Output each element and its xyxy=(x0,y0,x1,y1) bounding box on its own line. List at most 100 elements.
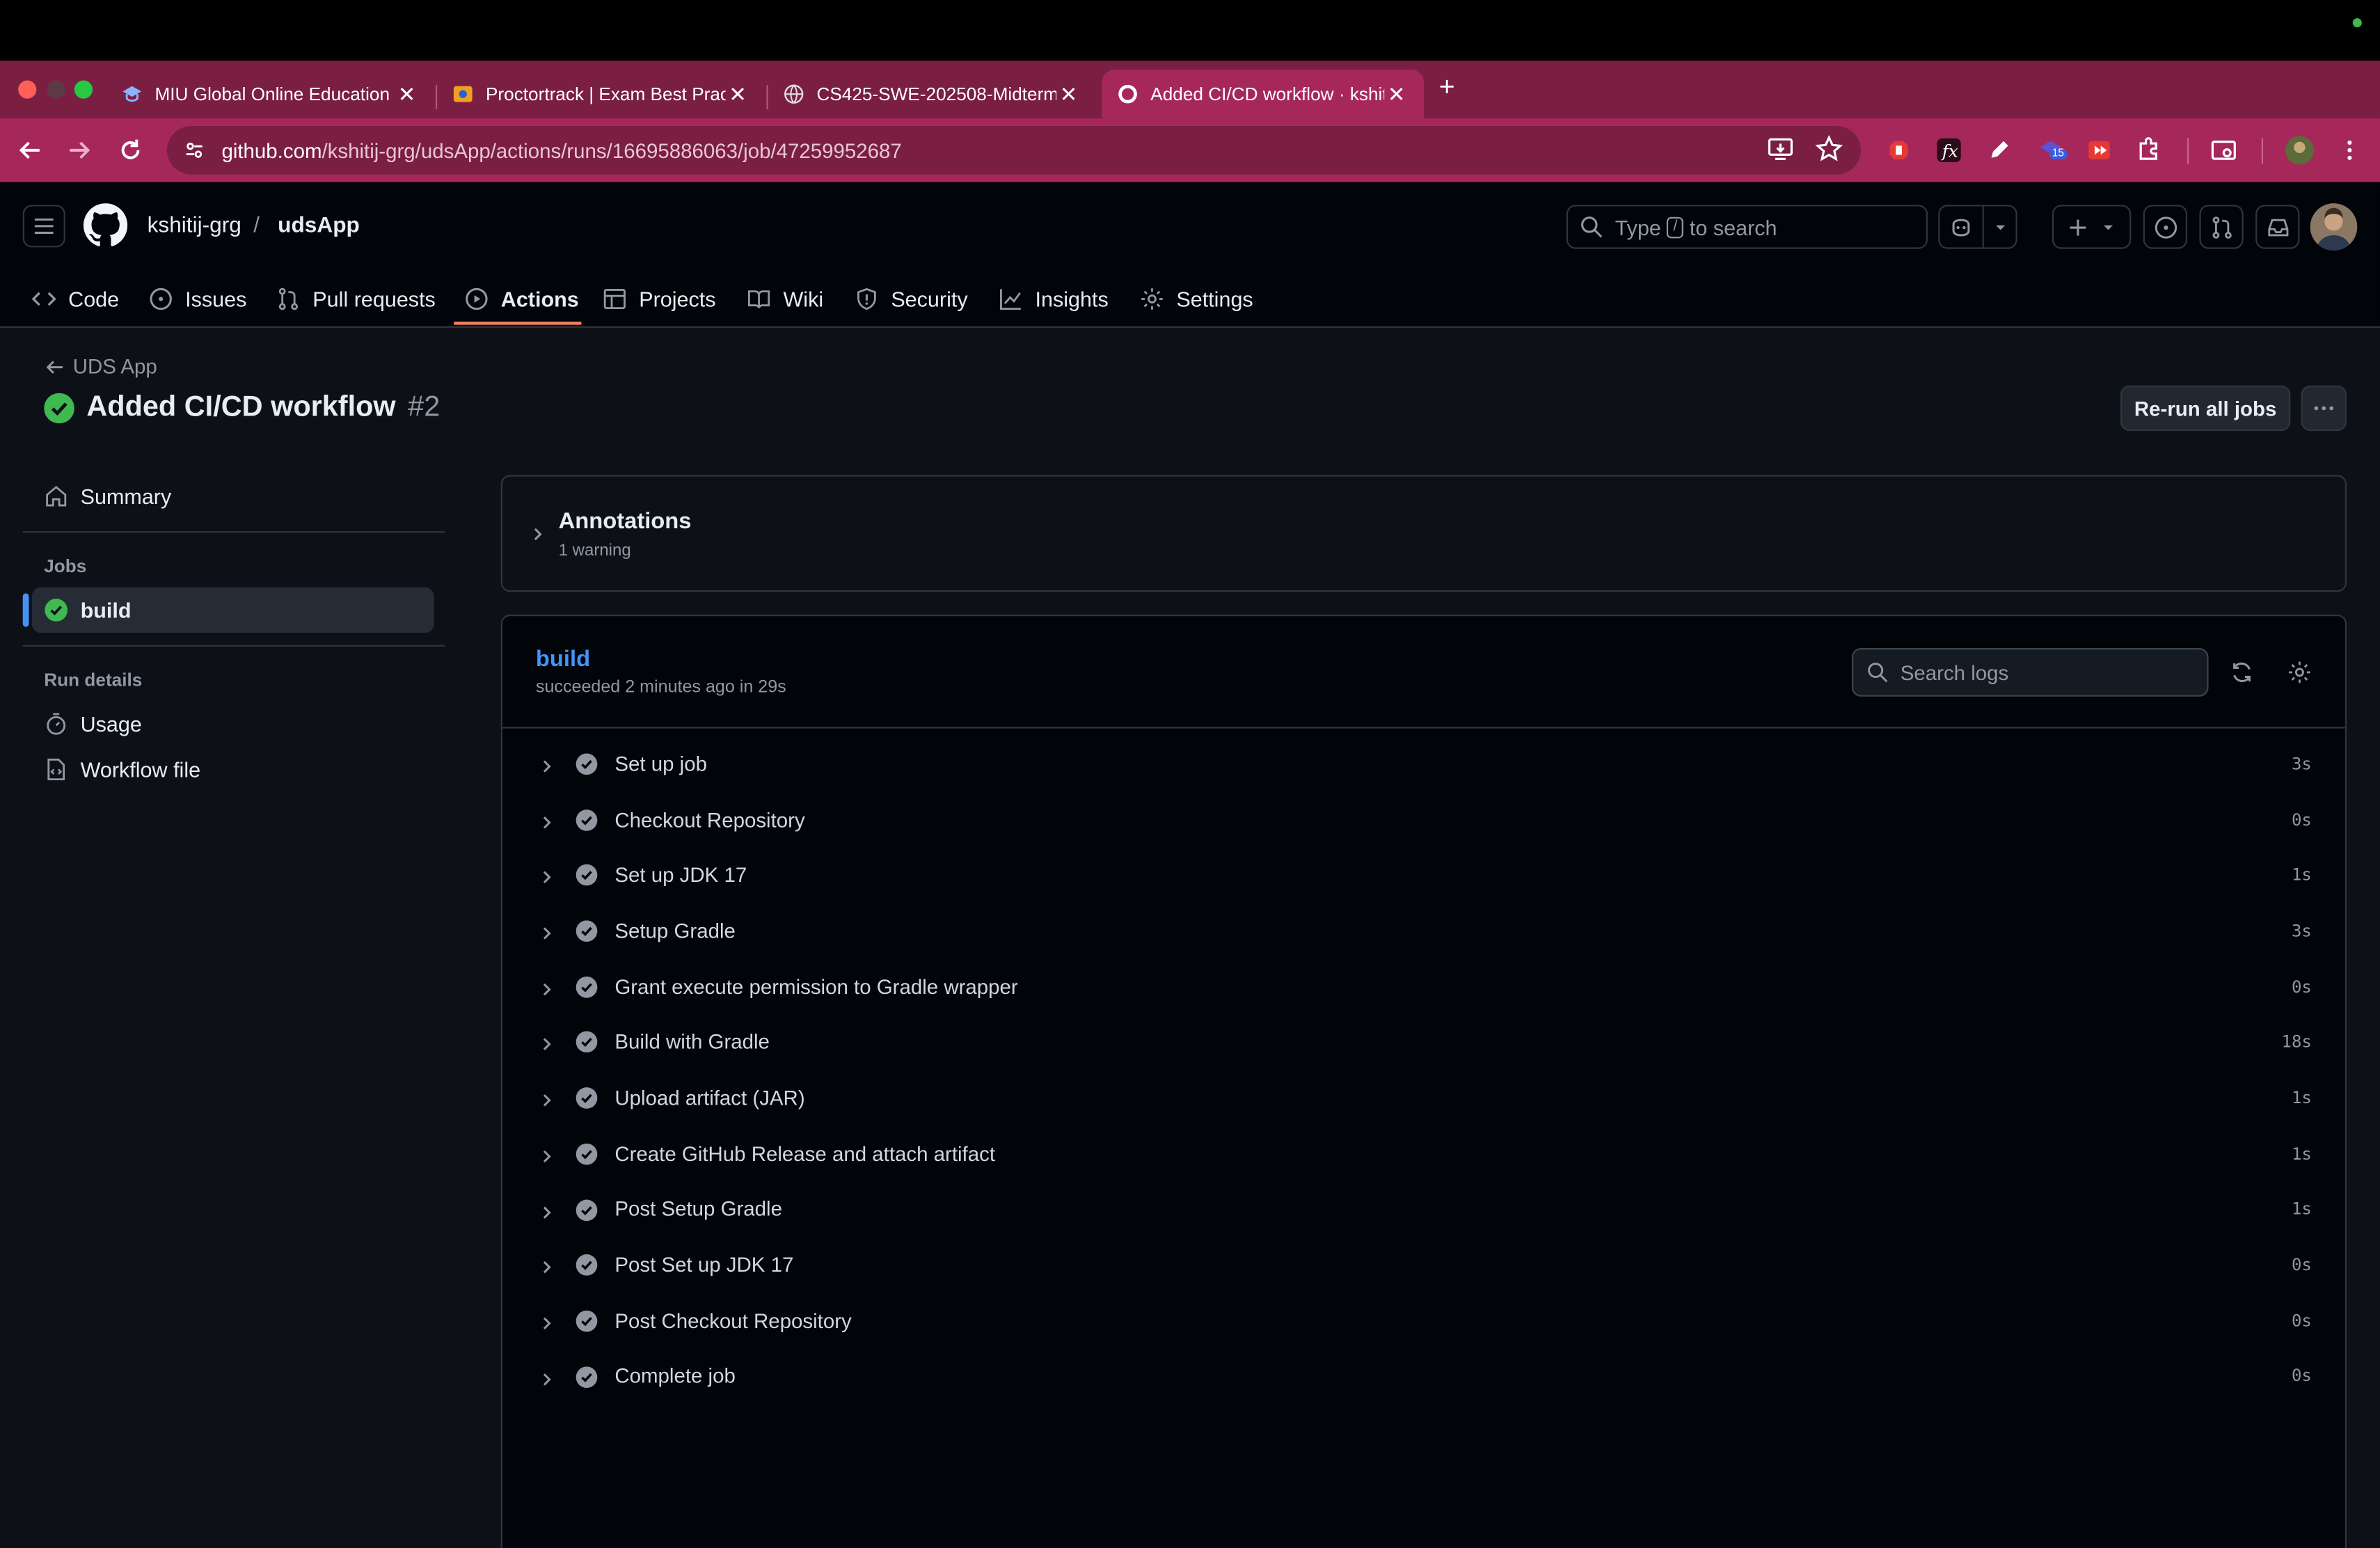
job-step-row[interactable]: Setup Gradle 3s xyxy=(502,903,2345,958)
sidebar-item-workflow-file[interactable]: Workflow file xyxy=(23,747,445,792)
job-step-row[interactable]: Set up JDK 17 1s xyxy=(502,847,2345,903)
job-step-row[interactable]: Set up job 3s xyxy=(502,736,2345,791)
tab-issues[interactable]: Issues xyxy=(149,270,247,328)
owner-link[interactable]: kshitij-grg xyxy=(148,214,241,238)
reload-button[interactable] xyxy=(112,132,148,168)
profile-avatar-icon[interactable] xyxy=(2283,134,2316,167)
site-settings-icon[interactable] xyxy=(179,135,209,166)
tab-wiki[interactable]: Wiki xyxy=(747,270,823,328)
job-step-row[interactable]: Upload artifact (JAR) 1s xyxy=(502,1070,2345,1126)
step-duration: 1s xyxy=(2291,1144,2312,1164)
github-favicon-icon xyxy=(1117,84,1139,105)
sidebar-divider xyxy=(22,531,445,533)
install-app-icon[interactable] xyxy=(1767,135,1794,170)
repo-link[interactable]: udsApp xyxy=(278,214,360,238)
refresh-logs-button[interactable] xyxy=(2227,657,2258,688)
workflow-back-link[interactable]: UDS App xyxy=(45,355,157,378)
close-tab-icon[interactable]: ✕ xyxy=(395,81,419,107)
extension-stop-icon[interactable] xyxy=(1882,134,1916,167)
close-tab-icon[interactable]: ✕ xyxy=(726,81,750,107)
tab-projects[interactable]: Projects xyxy=(603,270,716,328)
file-code-icon xyxy=(47,758,65,781)
pull-requests-button[interactable] xyxy=(2199,205,2244,249)
global-search-input[interactable]: Type / to search xyxy=(1566,205,1928,249)
extension-media-icon[interactable] xyxy=(2082,134,2116,167)
url-path: /kshitij-grg/udsApp/actions/runs/1669588… xyxy=(322,139,902,162)
browser-tab-active[interactable]: Added CI/CD workflow · kshit ✕ xyxy=(1102,70,1424,119)
extension-fx-icon[interactable]: fx xyxy=(1933,134,1966,167)
copilot-button[interactable] xyxy=(1938,205,2017,249)
tab-insights[interactable]: Insights xyxy=(999,270,1109,328)
tab-code[interactable]: Code xyxy=(31,270,119,328)
address-bar[interactable]: github.com/kshitij-grg/udsApp/actions/ru… xyxy=(166,125,1862,175)
tab-pull-requests[interactable]: Pull requests xyxy=(276,270,436,328)
job-step-row[interactable]: Checkout Repository 0s xyxy=(502,791,2345,847)
breadcrumb-separator: / xyxy=(253,214,260,239)
issues-button[interactable] xyxy=(2143,205,2187,249)
github-logo-icon[interactable] xyxy=(83,203,128,247)
check-circle-icon xyxy=(576,1365,598,1396)
rerun-all-jobs-button[interactable]: Re-run all jobs xyxy=(2120,385,2291,432)
job-step-row[interactable]: Post Setup Gradle 1s xyxy=(502,1181,2345,1237)
close-tab-icon[interactable]: ✕ xyxy=(1056,81,1081,107)
chevron-right-icon xyxy=(539,1089,554,1116)
extension-pen-icon[interactable] xyxy=(1983,134,2016,167)
sidebar-item-summary[interactable]: Summary xyxy=(23,473,445,519)
user-avatar[interactable] xyxy=(2310,203,2358,251)
minimize-window-button[interactable] xyxy=(47,80,65,99)
job-name-link[interactable]: build xyxy=(536,647,590,672)
back-button[interactable] xyxy=(12,132,48,168)
run-sidebar: Summary Jobs build Run details Usage Wor… xyxy=(22,473,445,792)
new-tab-button[interactable]: + xyxy=(1439,71,1455,103)
step-duration: 1s xyxy=(2291,1088,2312,1108)
status-dot xyxy=(2352,18,2362,28)
page-title: Added CI/CD workflow #2 xyxy=(44,392,440,425)
step-duration: 0s xyxy=(2291,977,2312,997)
tab-label: Issues xyxy=(185,287,247,311)
jobs-heading: Jobs xyxy=(44,555,87,577)
sidebar-item-usage[interactable]: Usage xyxy=(23,701,445,746)
zoom-window-button[interactable] xyxy=(74,80,93,99)
chevron-right-icon xyxy=(539,1200,554,1227)
extensions-puzzle-icon[interactable] xyxy=(2132,134,2166,167)
browser-tab[interactable]: MIU Global Online Education ✕ xyxy=(106,70,434,118)
job-step-row[interactable]: Complete job 0s xyxy=(502,1348,2345,1404)
chevron-right-icon xyxy=(539,1367,554,1394)
tab-security[interactable]: Security xyxy=(855,270,968,328)
pull-request-icon xyxy=(278,287,299,310)
bookmark-star-icon[interactable] xyxy=(1815,134,1843,170)
step-name: Set up job xyxy=(614,752,707,775)
browser-tab[interactable]: CS425-SWE-202508-Midterm ✕ xyxy=(768,70,1096,118)
step-name: Post Checkout Repository xyxy=(614,1309,852,1332)
create-new-button[interactable] xyxy=(2052,205,2132,249)
job-step-row[interactable]: Post Checkout Repository 0s xyxy=(502,1293,2345,1348)
log-settings-button[interactable] xyxy=(2285,657,2315,688)
sidebar-item-label: Summary xyxy=(80,484,172,509)
sync-icon xyxy=(2233,662,2251,682)
job-step-row[interactable]: Build with Gradle 18s xyxy=(502,1014,2345,1070)
job-step-row[interactable]: Post Set up JDK 17 0s xyxy=(502,1237,2345,1293)
annotations-count: 1 warning xyxy=(558,542,631,560)
check-circle-icon xyxy=(576,752,598,783)
hamburger-menu-button[interactable] xyxy=(22,205,65,248)
annotations-panel[interactable]: Annotations 1 warning xyxy=(500,475,2347,592)
tab-label: Insights xyxy=(1035,287,1109,311)
chevron-right-icon xyxy=(539,810,554,837)
job-step-row[interactable]: Grant execute permission to Gradle wrapp… xyxy=(502,958,2345,1014)
search-logs-input[interactable]: Search logs xyxy=(1851,648,2209,697)
close-window-button[interactable] xyxy=(18,80,37,99)
tab-search-icon[interactable] xyxy=(2207,134,2240,167)
more-options-button[interactable] xyxy=(2301,385,2347,432)
tab-settings[interactable]: Settings xyxy=(1140,270,1253,328)
close-tab-icon[interactable]: ✕ xyxy=(1384,81,1409,107)
kebab-horizontal-icon xyxy=(2314,406,2334,411)
extension-graduation-icon[interactable]: 15 xyxy=(2034,134,2068,167)
browser-tab[interactable]: Proctortrack | Exam Best Prac ✕ xyxy=(437,70,765,118)
browser-menu-icon[interactable] xyxy=(2333,134,2366,167)
forward-button[interactable] xyxy=(61,132,97,168)
chevron-right-icon xyxy=(539,1144,554,1171)
job-step-row[interactable]: Create GitHub Release and attach artifac… xyxy=(502,1126,2345,1181)
inbox-button[interactable] xyxy=(2255,205,2300,249)
tab-actions[interactable]: Actions xyxy=(464,270,579,328)
sidebar-item-build[interactable]: build xyxy=(22,587,434,633)
